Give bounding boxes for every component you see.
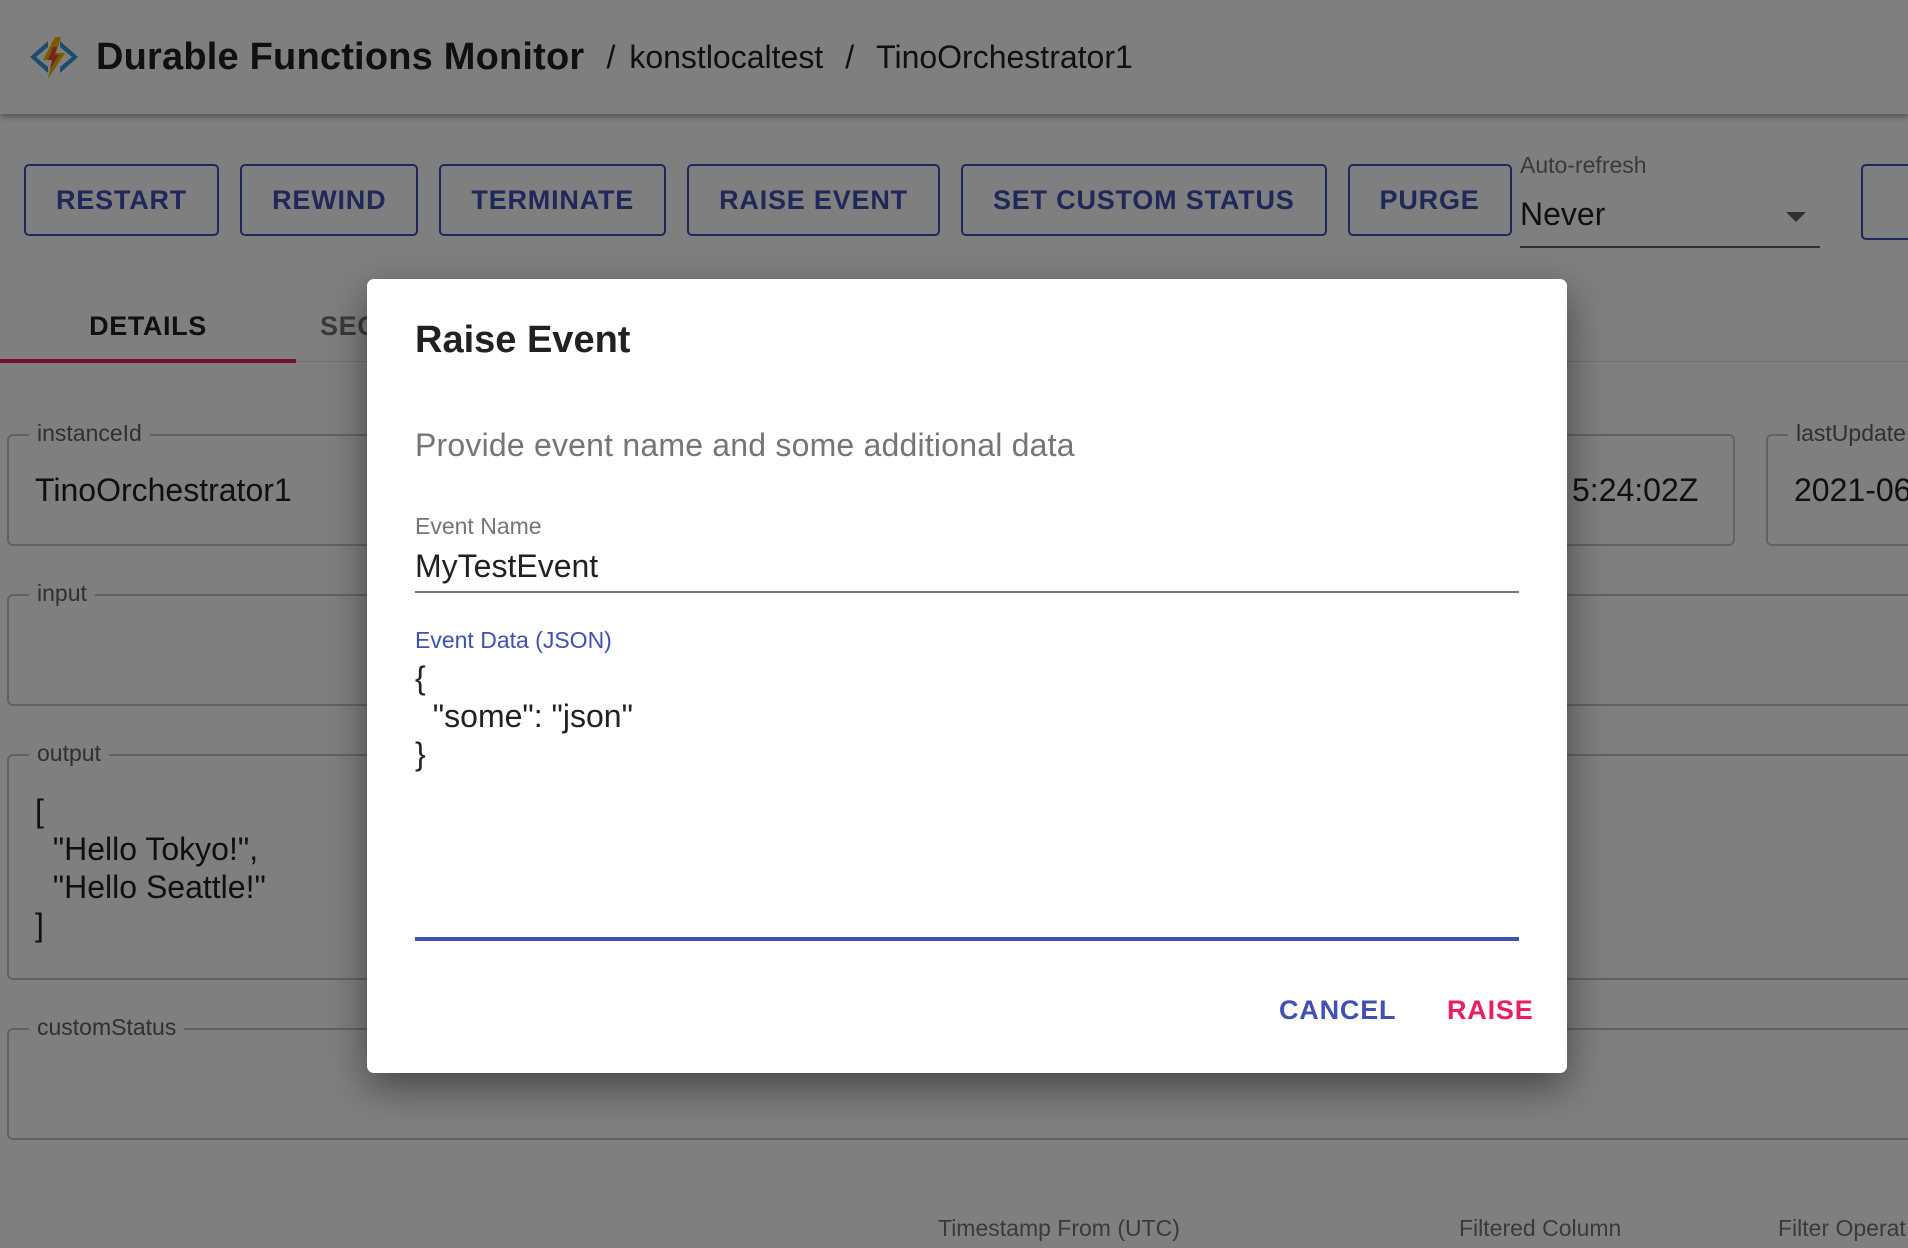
dialog-description: Provide event name and some additional d…: [415, 427, 1075, 463]
raise-button[interactable]: RAISE: [1447, 995, 1534, 1026]
event-name-input[interactable]: [415, 541, 1519, 593]
event-data-textarea[interactable]: { "some": "json" }: [415, 659, 1519, 941]
event-name-label: Event Name: [415, 513, 542, 539]
cancel-button[interactable]: CANCEL: [1279, 995, 1396, 1026]
raise-event-dialog: Raise Event Provide event name and some …: [367, 279, 1567, 1073]
event-data-label: Event Data (JSON): [415, 627, 612, 653]
dialog-title: Raise Event: [415, 319, 631, 361]
